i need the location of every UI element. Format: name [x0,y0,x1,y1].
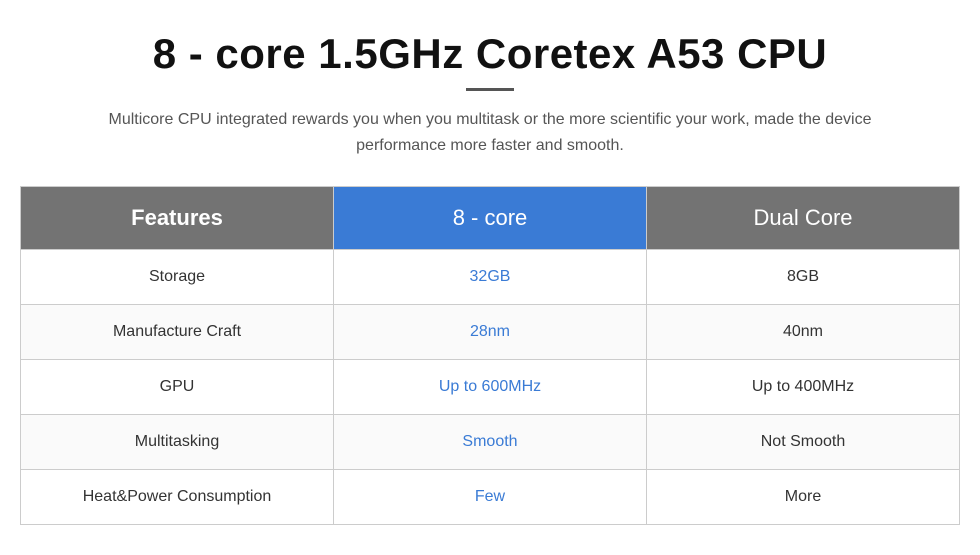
value-dual: More [647,470,960,525]
feature-label: Multitasking [21,415,334,470]
feature-label: GPU [21,360,334,415]
feature-label: Heat&Power Consumption [21,470,334,525]
feature-label: Manufacture Craft [21,305,334,360]
value-8core: Up to 600MHz [334,360,647,415]
page-title: 8 - core 1.5GHz Coretex A53 CPU [153,30,828,78]
value-dual: Not Smooth [647,415,960,470]
value-8core: 28nm [334,305,647,360]
col-header-8core: 8 - core [334,187,647,250]
page-subtitle: Multicore CPU integrated rewards you whe… [80,107,900,158]
table-row: Manufacture Craft28nm40nm [21,305,960,360]
feature-label: Storage [21,250,334,305]
table-row: Storage32GB8GB [21,250,960,305]
col-header-features: Features [21,187,334,250]
col-header-dualcore: Dual Core [647,187,960,250]
value-8core: 32GB [334,250,647,305]
table-row: MultitaskingSmoothNot Smooth [21,415,960,470]
value-dual: 40nm [647,305,960,360]
value-8core: Few [334,470,647,525]
table-row: GPUUp to 600MHzUp to 400MHz [21,360,960,415]
value-dual: 8GB [647,250,960,305]
value-8core: Smooth [334,415,647,470]
table-row: Heat&Power ConsumptionFewMore [21,470,960,525]
title-divider [466,88,514,91]
value-dual: Up to 400MHz [647,360,960,415]
comparison-table: Features 8 - core Dual Core Storage32GB8… [20,186,960,525]
